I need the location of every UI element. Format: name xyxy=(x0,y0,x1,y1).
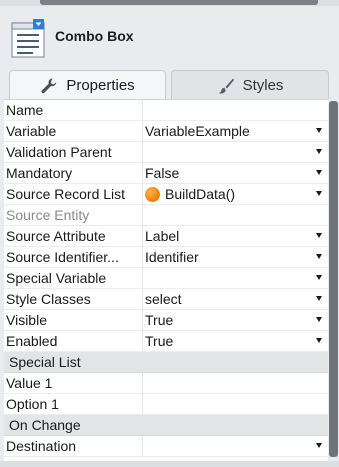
dropdown-arrow-icon[interactable] xyxy=(316,233,322,238)
property-label: Source Identifier... xyxy=(6,249,119,265)
property-value-visible[interactable]: True xyxy=(145,310,314,330)
property-label: Source Record List xyxy=(6,186,126,202)
property-label: Name xyxy=(6,102,44,118)
dropdown-arrow-icon[interactable] xyxy=(316,128,322,133)
dropdown-arrow-icon[interactable] xyxy=(316,443,322,448)
property-label: Validation Parent xyxy=(6,144,112,160)
panel-title: Combo Box xyxy=(55,28,134,44)
dropdown-arrow-icon[interactable] xyxy=(316,170,322,175)
tab-styles[interactable]: Styles xyxy=(171,70,329,100)
property-value-destination[interactable] xyxy=(145,436,314,456)
property-value-name[interactable] xyxy=(145,100,314,120)
property-row-source-attribute[interactable]: Source Attribute Label xyxy=(4,226,328,247)
vertical-scrollbar-thumb[interactable] xyxy=(329,101,338,457)
top-scrollbar-thumb[interactable] xyxy=(40,0,318,5)
property-row-source-entity: Source Entity xyxy=(4,205,328,226)
property-value-option-1[interactable] xyxy=(145,394,314,414)
property-label: Enabled xyxy=(6,333,58,349)
property-value-source-attribute[interactable]: Label xyxy=(145,226,314,246)
property-row-destination[interactable]: Destination xyxy=(4,436,328,457)
property-row-enabled[interactable]: Enabled True xyxy=(4,331,328,352)
property-label: Special Variable xyxy=(6,270,107,286)
property-row-source-record-list[interactable]: Source Record List BuildData() xyxy=(4,184,328,205)
property-value-source-record-list[interactable]: BuildData() xyxy=(145,184,314,204)
dropdown-arrow-icon[interactable] xyxy=(316,296,322,301)
property-value-source-identifier[interactable]: Identifier xyxy=(145,247,314,267)
section-special-list[interactable]: Special List xyxy=(4,352,328,373)
dropdown-arrow-icon[interactable] xyxy=(316,317,322,322)
dropdown-arrow-icon[interactable] xyxy=(316,275,322,280)
property-row-mandatory[interactable]: Mandatory False xyxy=(4,163,328,184)
property-value-mandatory[interactable]: False xyxy=(145,163,314,183)
property-row-style-classes[interactable]: Style Classes select xyxy=(4,289,328,310)
property-value-enabled[interactable]: True xyxy=(145,331,314,351)
source-record-list-text: BuildData() xyxy=(165,186,236,202)
section-on-change[interactable]: On Change xyxy=(4,415,328,436)
property-label: Visible xyxy=(6,312,47,328)
property-label: Source Attribute xyxy=(6,228,106,244)
property-value-special-variable[interactable] xyxy=(145,268,314,288)
properties-grid: Name Variable VariableExample Validation… xyxy=(4,99,328,462)
bottom-bar xyxy=(0,461,339,467)
vertical-scrollbar[interactable] xyxy=(328,99,339,461)
tab-properties-label: Properties xyxy=(66,77,135,94)
tab-styles-label: Styles xyxy=(242,77,284,94)
property-label: Style Classes xyxy=(6,291,91,307)
wrench-icon xyxy=(41,78,57,93)
property-value-source-entity xyxy=(145,205,314,225)
property-row-validation-parent[interactable]: Validation Parent xyxy=(4,142,328,163)
property-row-special-variable[interactable]: Special Variable xyxy=(4,268,328,289)
property-label: Value 1 xyxy=(6,375,53,391)
dropdown-arrow-icon[interactable] xyxy=(316,338,322,343)
dropdown-arrow-icon[interactable] xyxy=(316,149,322,154)
property-label: Destination xyxy=(6,438,77,454)
property-row-name[interactable]: Name xyxy=(4,100,328,121)
property-value-style-classes[interactable]: select xyxy=(145,289,314,309)
property-row-variable[interactable]: Variable VariableExample xyxy=(4,121,328,142)
property-row-visible[interactable]: Visible True xyxy=(4,310,328,331)
property-row-option-1[interactable]: Option 1 xyxy=(4,394,328,415)
dropdown-arrow-icon[interactable] xyxy=(316,191,322,196)
property-label: Option 1 xyxy=(6,396,59,412)
property-label: Source Entity xyxy=(6,207,90,223)
property-label: Mandatory xyxy=(6,165,73,181)
panel-header: Combo Box xyxy=(0,6,339,64)
property-value-validation-parent[interactable] xyxy=(145,142,314,162)
property-label: Variable xyxy=(6,123,57,139)
combo-box-icon xyxy=(11,19,45,58)
orange-orb-icon xyxy=(145,186,160,202)
property-row-value-1[interactable]: Value 1 xyxy=(4,373,328,394)
dropdown-arrow-icon[interactable] xyxy=(316,254,322,259)
property-value-variable[interactable]: VariableExample xyxy=(145,121,314,141)
property-row-source-identifier[interactable]: Source Identifier... Identifier xyxy=(4,247,328,268)
property-value-value-1[interactable] xyxy=(145,373,314,393)
tab-properties[interactable]: Properties xyxy=(9,70,166,100)
brush-icon xyxy=(218,78,234,93)
